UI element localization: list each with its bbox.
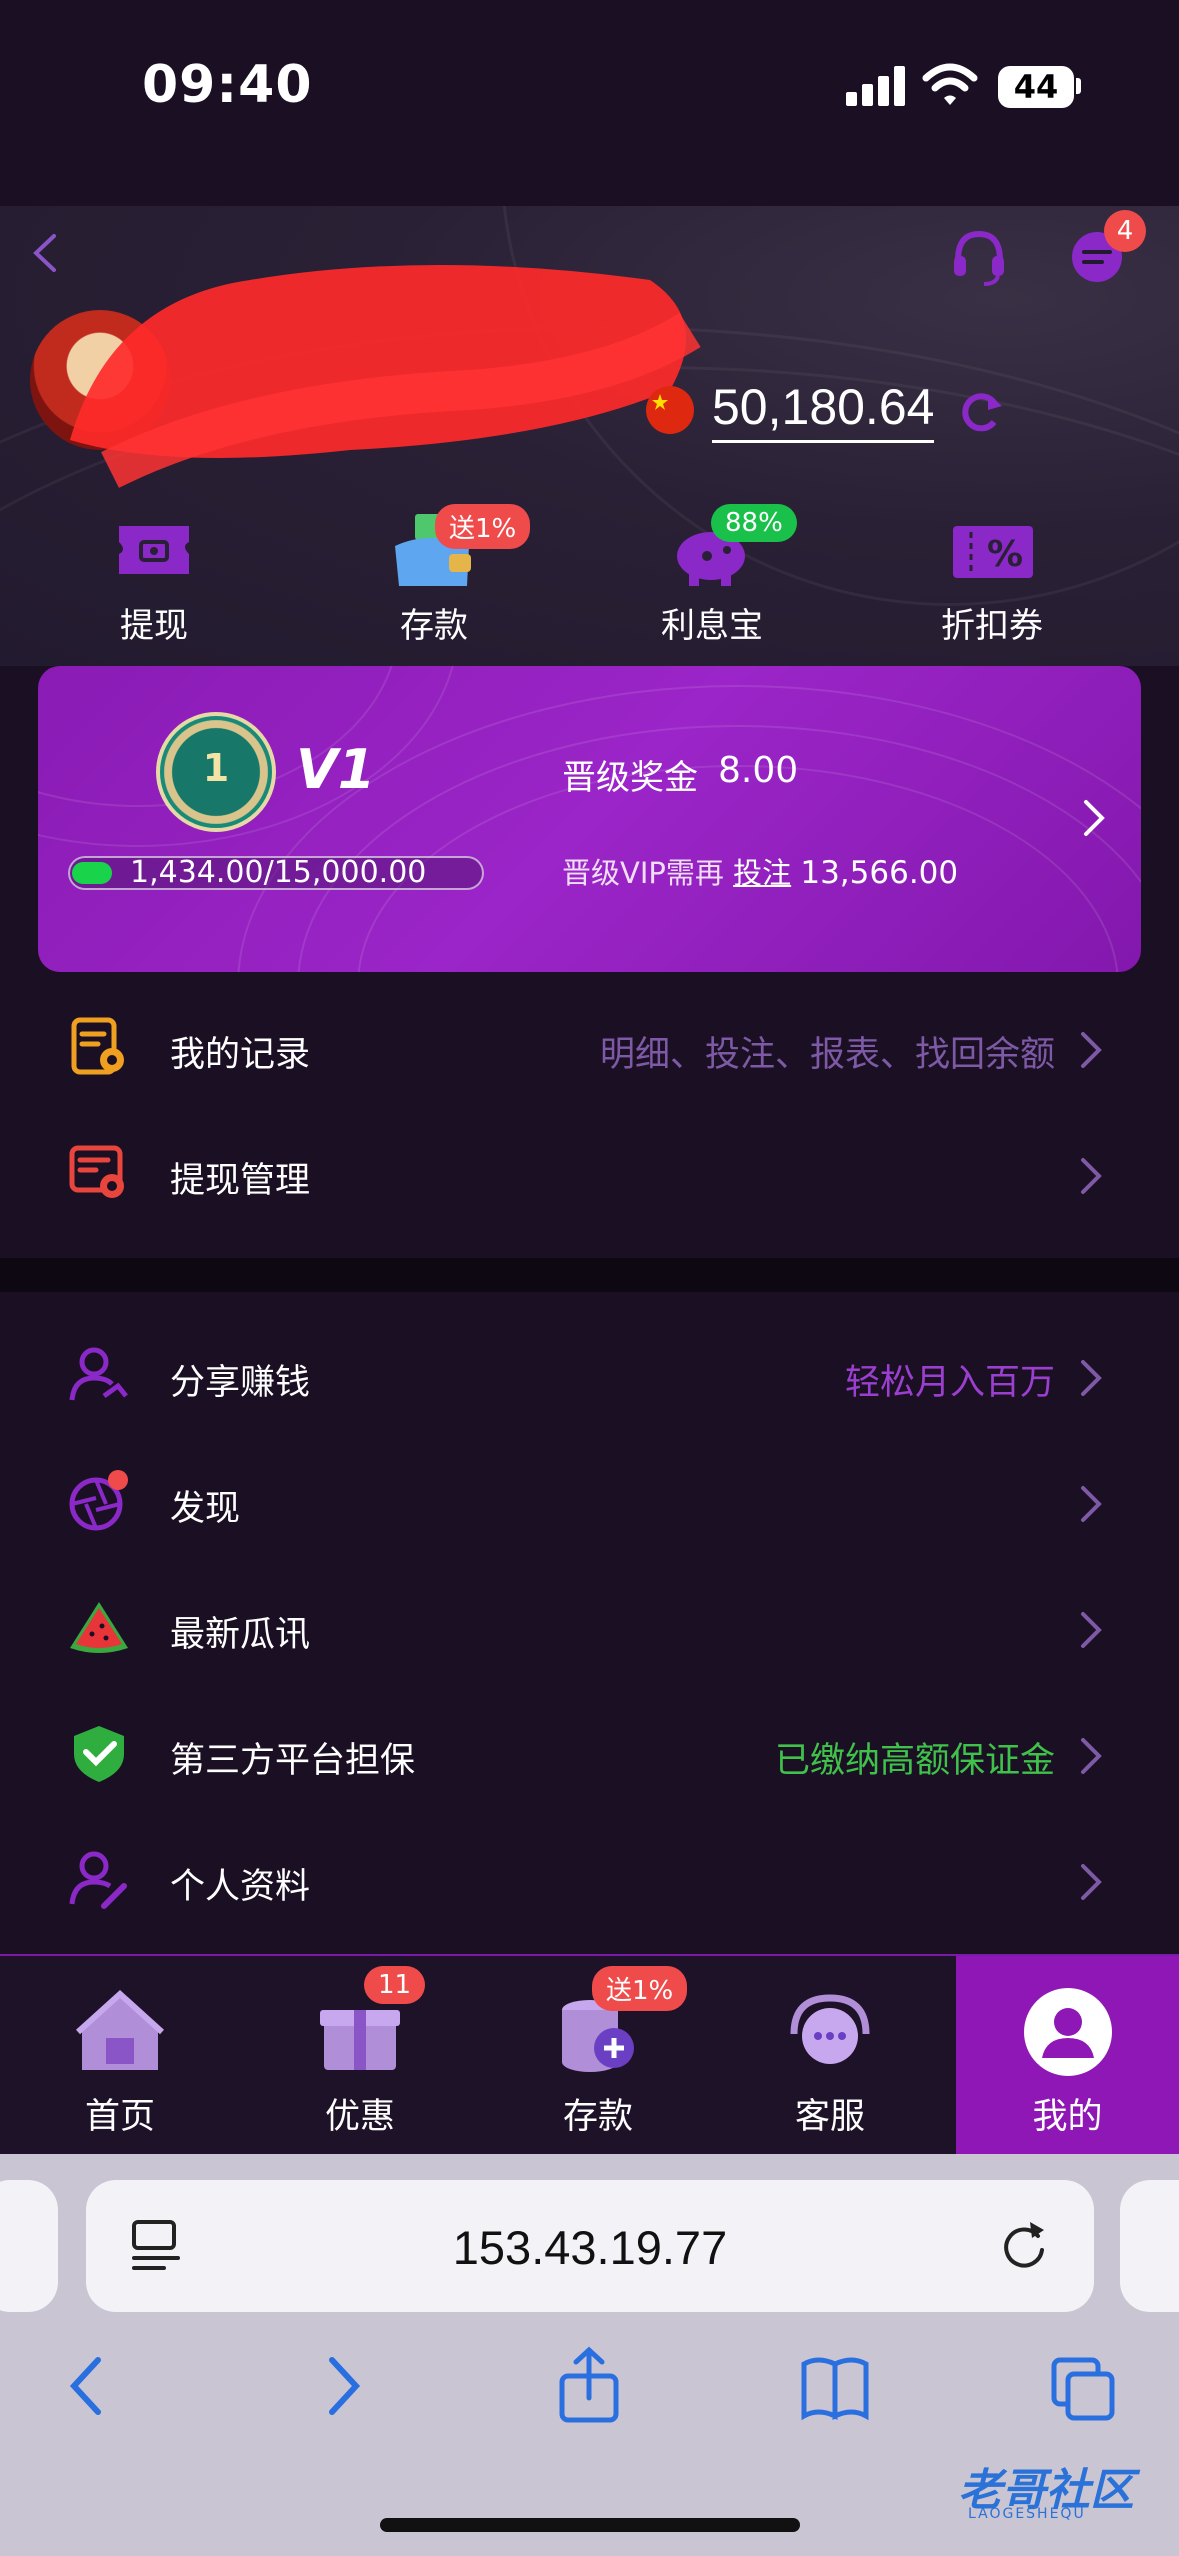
home-icon — [75, 1989, 165, 2070]
chevron-right-icon — [1081, 1864, 1102, 1900]
tab-me[interactable]: 我的 — [956, 1956, 1179, 2154]
menu-label: 我的记录 — [170, 1035, 311, 1075]
menu-hint: 明细、投注、报表、找回余额 — [599, 1035, 1055, 1075]
menu-item-my-records[interactable]: 我的记录 明细、投注、报表、找回余额 — [0, 986, 1179, 1112]
share-user-icon — [69, 1347, 128, 1401]
vip-need-prefix: 晋级VIP需再 — [562, 856, 724, 890]
user-edit-icon — [69, 1851, 127, 1909]
section-divider — [0, 1258, 1179, 1292]
chevron-right-icon — [1081, 1612, 1102, 1648]
menu-label: 最新瓜讯 — [170, 1615, 311, 1655]
chevron-right-icon — [1081, 1360, 1102, 1396]
shield-check-icon — [74, 1726, 124, 1782]
menu-item-third-party-guarantee[interactable]: 第三方平台担保 已缴纳高额保证金 — [0, 1692, 1179, 1818]
vip-level: V1 — [296, 738, 376, 801]
user-profile-icon — [1023, 1988, 1112, 2076]
vip-medal-icon: 1 — [156, 712, 276, 832]
message-count-badge: 4 — [1104, 210, 1146, 252]
forward-arrow-icon[interactable] — [306, 2346, 376, 2426]
watermelon-icon — [70, 1602, 128, 1653]
discount-coupon-icon: % — [953, 526, 1033, 578]
battery-indicator: 44 — [998, 66, 1074, 108]
menu-item-share-earn[interactable]: 分享赚钱 轻松月入百万 — [0, 1314, 1179, 1440]
watermark-subtext: LAOGESHEQU — [968, 2506, 1086, 2522]
chevron-right-icon — [1081, 1032, 1102, 1068]
tabs-overview-icon[interactable] — [1050, 2346, 1120, 2426]
chat-headset-icon — [790, 1994, 870, 2064]
interest-treasure-action[interactable]: 88% 利息宝 — [612, 504, 812, 647]
tab-home[interactable]: 首页 — [0, 1956, 240, 2154]
home-indicator — [380, 2518, 800, 2532]
menu-item-withdraw-management[interactable]: 提现管理 — [0, 1112, 1179, 1238]
status-time: 09:40 — [142, 55, 313, 115]
back-arrow-icon[interactable] — [54, 2346, 124, 2426]
menu-label: 第三方平台担保 — [170, 1741, 416, 1781]
bookmarks-icon[interactable] — [800, 2346, 870, 2426]
records-document-icon — [71, 1017, 124, 1075]
wallet-balance[interactable]: 50,180.64 — [712, 378, 935, 443]
share-icon[interactable] — [554, 2346, 624, 2426]
vip-medal-number: 1 — [202, 746, 230, 790]
vip-upgrade-requirement: 晋级VIP需再 投注 13,566.00 — [562, 856, 958, 890]
withdraw-settings-icon — [69, 1145, 124, 1198]
interest-treasure-label: 利息宝 — [661, 606, 763, 646]
tab-deposit[interactable]: 送1% 存款 — [478, 1956, 718, 2154]
vip-bet-link[interactable]: 投注 — [733, 856, 791, 890]
tab-label: 优惠 — [324, 2097, 395, 2137]
menu-label: 提现管理 — [170, 1161, 311, 1201]
tab-label: 客服 — [794, 2097, 865, 2137]
svg-text:%: % — [987, 534, 1023, 575]
promotions-badge: 11 — [364, 1966, 426, 2004]
chevron-right-icon — [1081, 1486, 1102, 1522]
menu-item-personal-info[interactable]: 个人资料 — [0, 1818, 1179, 1944]
tab-label: 存款 — [562, 2097, 633, 2137]
tab-label: 我的 — [1032, 2097, 1103, 2137]
battery-tip — [1076, 78, 1081, 94]
withdraw-label: 提现 — [120, 606, 188, 646]
deposit-tab-badge: 送1% — [592, 1966, 688, 2011]
menu-item-discover[interactable]: 发现 — [0, 1440, 1179, 1566]
menu-label: 个人资料 — [170, 1867, 311, 1907]
menu-item-latest-gossip[interactable]: 最新瓜讯 — [0, 1566, 1179, 1692]
discount-coupon-action[interactable]: % 折扣券 — [892, 510, 1092, 647]
next-tab-preview[interactable] — [1120, 2180, 1179, 2312]
redacted-username-scribble — [70, 265, 701, 488]
china-flag-icon — [646, 386, 694, 434]
tab-label: 首页 — [84, 2097, 155, 2137]
chevron-right-icon — [1081, 1738, 1102, 1774]
withdraw-action[interactable]: 提现 — [54, 510, 254, 647]
deposit-label: 存款 — [400, 606, 468, 646]
menu-label: 发现 — [170, 1489, 241, 1529]
menu-label: 分享赚钱 — [170, 1363, 311, 1403]
vip-progress-fill — [72, 862, 112, 884]
deposit-bonus-badge: 送1% — [435, 504, 531, 549]
previous-tab-preview[interactable] — [0, 2180, 58, 2312]
chevron-right-icon[interactable] — [1078, 796, 1108, 840]
customer-service-headset-icon[interactable] — [948, 226, 1010, 288]
tab-promotions[interactable]: 11 优惠 — [240, 1956, 480, 2154]
menu-hint: 轻松月入百万 — [844, 1363, 1055, 1403]
withdraw-ticket-icon — [119, 526, 189, 574]
vip-progress-text: 1,434.00/15,000.00 — [130, 855, 427, 890]
refresh-balance-icon[interactable] — [958, 388, 1004, 434]
menu-hint: 已缴纳高额保证金 — [774, 1741, 1055, 1781]
deposit-action[interactable]: 送1% 存款 — [334, 504, 534, 647]
cellular-signal-icon — [846, 66, 906, 106]
tab-customer-service[interactable]: 客服 — [710, 1956, 950, 2154]
chevron-right-icon — [1081, 1158, 1102, 1194]
discount-coupon-label: 折扣券 — [941, 606, 1043, 646]
vip-bonus-value: 8.00 — [718, 750, 799, 791]
vip-bonus-label: 晋级奖金 — [562, 758, 698, 798]
interest-rate-badge: 88% — [711, 504, 797, 542]
reload-icon[interactable] — [996, 2214, 1052, 2274]
wifi-icon — [922, 63, 978, 105]
discover-aperture-icon — [69, 1470, 128, 1531]
vip-need-amount: 13,566.00 — [800, 855, 959, 891]
url-text[interactable]: 153.43.19.77 — [86, 2220, 1094, 2275]
